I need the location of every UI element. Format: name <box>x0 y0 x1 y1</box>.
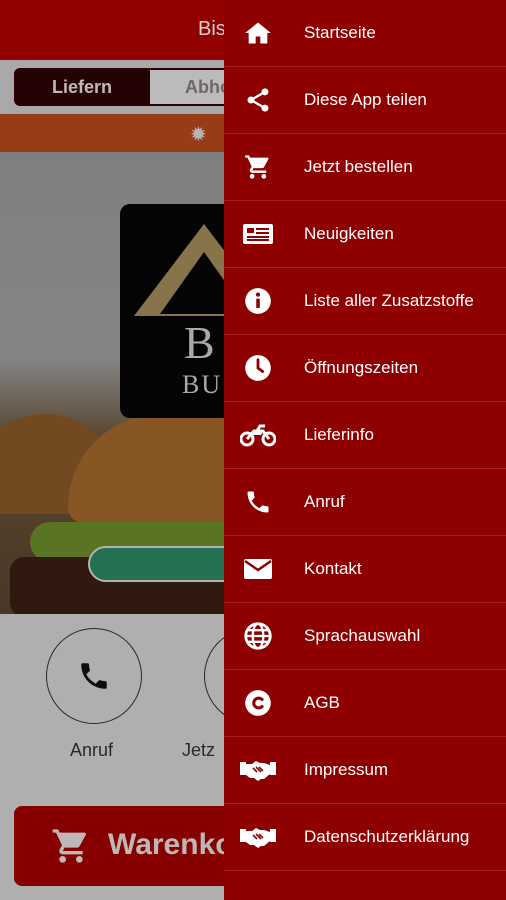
menu-item-neuigkeiten[interactable]: Neuigkeiten <box>224 201 506 268</box>
menu-item-agb[interactable]: AGB <box>224 670 506 737</box>
menu-item-anruf[interactable]: Anruf <box>224 469 506 536</box>
globe-icon <box>238 621 278 651</box>
menu-label: Neuigkeiten <box>304 224 394 243</box>
envelope-icon <box>238 554 278 584</box>
menu-label: Anruf <box>304 492 345 511</box>
handshake-icon <box>238 755 278 785</box>
phone-icon <box>238 487 278 517</box>
menu-item-jetzt-bestellen[interactable]: Jetzt bestellen <box>224 134 506 201</box>
menu-label: Lieferinfo <box>304 425 374 444</box>
menu-item-zusatzstoffe[interactable]: Liste aller Zusatzstoffe <box>224 268 506 335</box>
menu-label: AGB <box>304 693 340 712</box>
share-icon <box>238 85 278 115</box>
home-icon <box>238 18 278 48</box>
menu-item-impressum[interactable]: Impressum <box>224 737 506 804</box>
navigation-drawer: Startseite Diese App teilen Jetzt bestel… <box>224 0 506 900</box>
motorcycle-icon <box>238 420 278 450</box>
menu-label: Öffnungszeiten <box>304 358 419 377</box>
menu-label: Datenschutzerklärung <box>304 827 470 846</box>
menu-item-sprachauswahl[interactable]: Sprachauswahl <box>224 603 506 670</box>
news-icon <box>238 219 278 249</box>
menu-item-app-teilen[interactable]: Diese App teilen <box>224 67 506 134</box>
menu-item-lieferinfo[interactable]: Lieferinfo <box>224 402 506 469</box>
copyright-icon <box>238 688 278 718</box>
menu-label: Diese App teilen <box>304 90 427 109</box>
info-icon <box>238 286 278 316</box>
clock-icon <box>238 353 278 383</box>
cart-icon <box>238 152 278 182</box>
menu-label: Startseite <box>304 23 376 42</box>
menu-label: Liste aller Zusatzstoffe <box>304 291 474 310</box>
menu-item-kontakt[interactable]: Kontakt <box>224 536 506 603</box>
menu-item-datenschutz[interactable]: Datenschutzerklärung <box>224 804 506 871</box>
menu-label: Sprachauswahl <box>304 626 421 645</box>
menu-item-startseite[interactable]: Startseite <box>224 0 506 67</box>
menu-label: Kontakt <box>304 559 362 578</box>
menu-label: Impressum <box>304 760 389 779</box>
handshake-icon <box>238 822 278 852</box>
menu-label: Jetzt bestellen <box>304 157 413 176</box>
menu-item-oeffnungszeiten[interactable]: Öffnungszeiten <box>224 335 506 402</box>
